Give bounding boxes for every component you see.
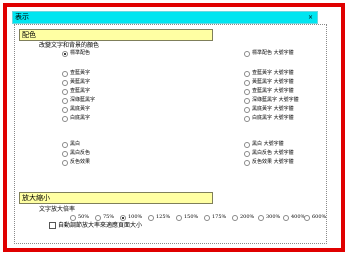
zoom-option-300[interactable]: 300% (258, 214, 280, 221)
radio-icon[interactable] (62, 159, 68, 166)
color-option[interactable]: 白底黑字 (62, 115, 90, 122)
color-section-header: 配色 (19, 29, 213, 41)
color-option[interactable]: 黑底黃字 大號字體 (244, 106, 294, 113)
radio-icon[interactable] (95, 214, 101, 221)
zoom-option-125[interactable]: 125% (148, 214, 170, 221)
color-option[interactable]: 黑白反色 (62, 150, 90, 157)
radio-icon[interactable] (244, 50, 250, 57)
zoom-option-50[interactable]: 50% (70, 214, 89, 221)
radio-icon[interactable] (62, 79, 68, 86)
color-option[interactable]: 黃藍黑字 大號字體 (244, 79, 294, 86)
title-bar: 表示 × (12, 11, 318, 24)
radio-icon[interactable] (204, 214, 210, 221)
color-option-standard[interactable]: 標準配色 (62, 50, 90, 57)
color-option[interactable]: 深綠藍黑字 大號字體 (244, 97, 299, 104)
close-icon[interactable]: × (308, 12, 313, 23)
color-option[interactable]: 標準配色 大號字體 (244, 50, 294, 57)
zoom-section-subtitle: 文字放大倍率 (39, 206, 76, 213)
radio-icon[interactable] (232, 214, 238, 221)
color-option[interactable]: 反色效果 (62, 159, 90, 166)
radio-icon[interactable] (304, 214, 310, 221)
color-option[interactable]: 查藍黃字 大號字體 (244, 70, 294, 77)
radio-icon[interactable] (244, 159, 250, 166)
radio-icon[interactable] (244, 88, 250, 95)
radio-icon[interactable] (62, 88, 68, 95)
radio-icon[interactable] (148, 214, 154, 221)
color-section-subtitle: 改變文字和背景的顏色 (39, 42, 100, 49)
zoom-section-header: 放大縮小 (19, 192, 213, 204)
radio-icon[interactable] (244, 141, 250, 148)
radio-icon[interactable] (244, 106, 250, 113)
color-option[interactable]: 查藍黃字 (62, 70, 90, 77)
radio-icon[interactable] (244, 150, 250, 157)
zoom-option-100[interactable]: 100% (120, 214, 142, 221)
radio-icon[interactable] (62, 150, 68, 157)
color-option[interactable]: 黑底黃字 (62, 106, 90, 113)
radio-icon[interactable] (283, 214, 289, 221)
window-title: 表示 (15, 13, 29, 21)
dialog-frame: 表示 × 配色 改變文字和背景的顏色 標準配色 查藍黃字 黃藍黑字 查藍黑字 深… (3, 3, 345, 252)
color-option[interactable]: 黑白 大號字體 (244, 141, 284, 148)
radio-icon[interactable] (62, 141, 68, 148)
auto-fit-zoom-checkbox[interactable]: 自動調節放大率來適應頁面大小 (49, 222, 142, 229)
zoom-option-175[interactable]: 175% (204, 214, 226, 221)
color-option[interactable]: 反色效果 大號字體 (244, 159, 294, 166)
color-option[interactable]: 查藍黑字 大號字體 (244, 88, 294, 95)
radio-icon[interactable] (62, 70, 68, 77)
radio-icon[interactable] (244, 97, 250, 104)
radio-icon[interactable] (70, 214, 76, 221)
radio-icon[interactable] (62, 97, 68, 104)
checkbox-icon[interactable] (49, 222, 56, 229)
color-option[interactable]: 白底黑字 大號字體 (244, 115, 294, 122)
zoom-option-600[interactable]: 600% (304, 214, 326, 221)
color-option[interactable]: 黑白 (62, 141, 80, 148)
zoom-option-150[interactable]: 150% (176, 214, 198, 221)
zoom-option-200[interactable]: 200% (232, 214, 254, 221)
radio-icon[interactable] (62, 115, 68, 122)
zoom-option-400[interactable]: 400% (283, 214, 305, 221)
color-option[interactable]: 黑白反色 大號字體 (244, 150, 294, 157)
color-option[interactable]: 深綠藍黑字 (62, 97, 95, 104)
radio-icon[interactable] (244, 70, 250, 77)
zoom-option-75[interactable]: 75% (95, 214, 114, 221)
radio-icon[interactable] (244, 79, 250, 86)
radio-icon[interactable] (244, 115, 250, 122)
radio-icon[interactable] (62, 50, 68, 57)
settings-panel: 配色 改變文字和背景的顏色 標準配色 查藍黃字 黃藍黑字 查藍黑字 深綠藍黑字 … (14, 24, 327, 244)
radio-icon[interactable] (258, 214, 264, 221)
radio-icon[interactable] (62, 106, 68, 113)
color-option[interactable]: 黃藍黑字 (62, 79, 90, 86)
radio-icon[interactable] (176, 214, 182, 221)
radio-icon[interactable] (120, 214, 126, 221)
color-option[interactable]: 查藍黑字 (62, 88, 90, 95)
